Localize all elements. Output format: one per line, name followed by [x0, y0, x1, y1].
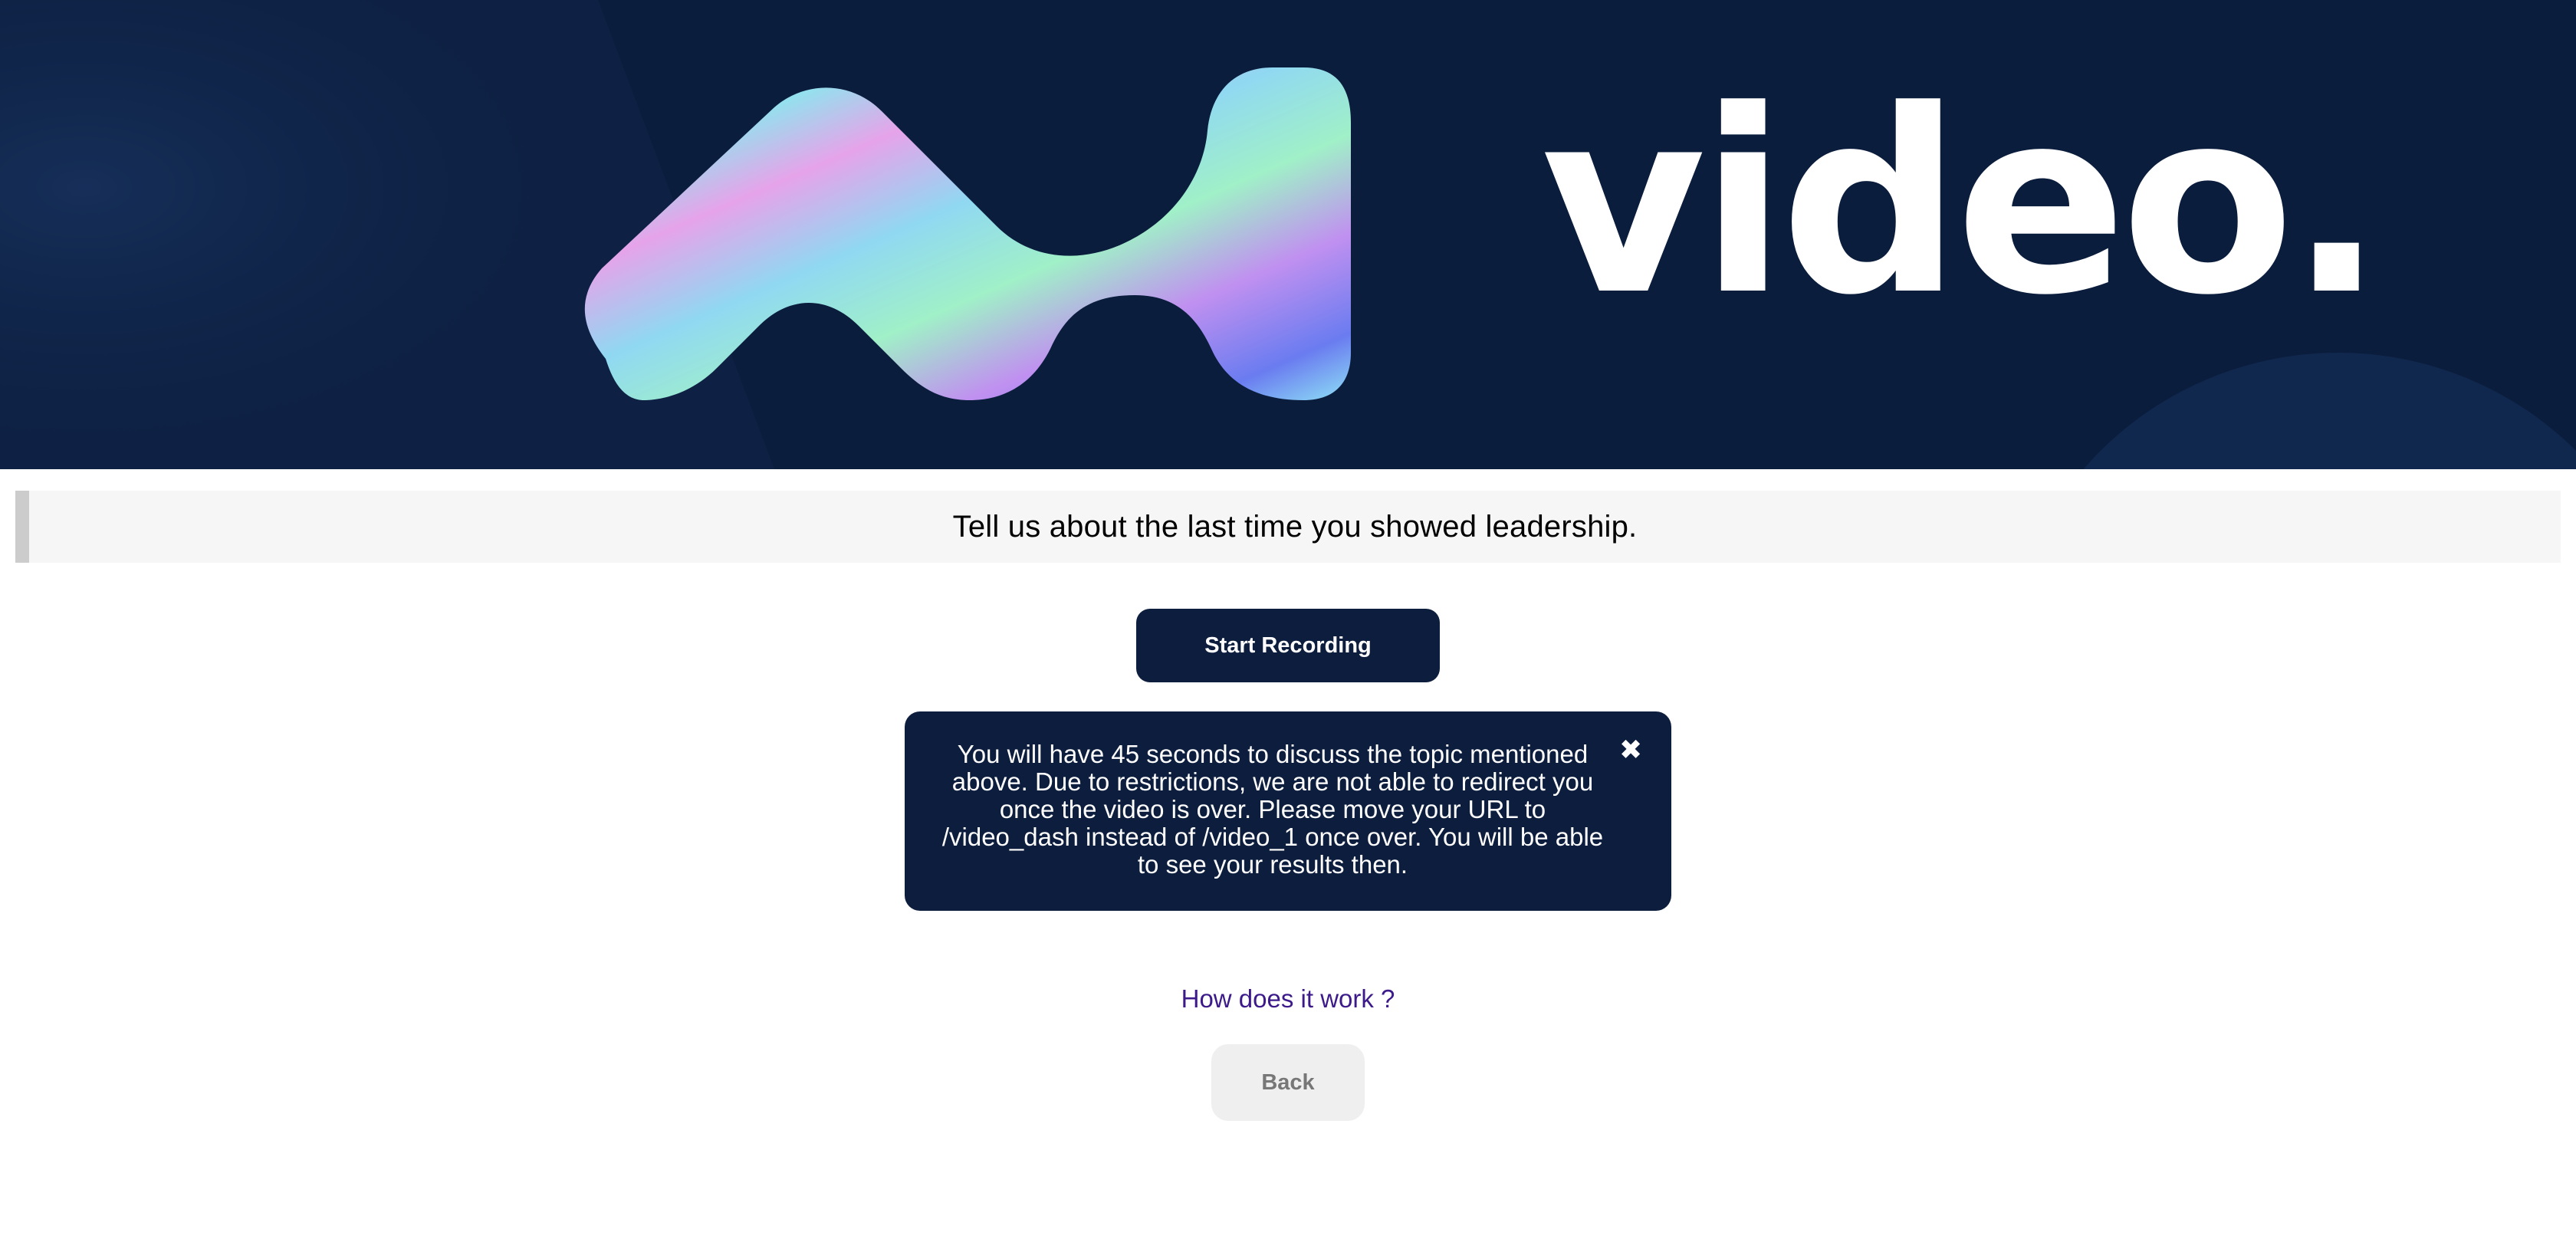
how-does-it-work-link[interactable]: How does it work ?	[1135, 984, 1441, 1014]
info-notice: You will have 45 seconds to discuss the …	[905, 711, 1671, 911]
start-recording-button[interactable]: Start Recording	[1136, 609, 1440, 682]
back-button[interactable]: Back	[1211, 1044, 1365, 1121]
info-message: You will have 45 seconds to discuss the …	[941, 740, 1604, 879]
question-prompt: Tell us about the last time you showed l…	[15, 491, 2561, 563]
question-text: Tell us about the last time you showed l…	[952, 509, 1638, 544]
brand-wordmark: video.	[1541, 56, 2384, 350]
header-banner: video.	[0, 0, 2576, 469]
close-icon[interactable]: ✖	[1619, 737, 1642, 764]
